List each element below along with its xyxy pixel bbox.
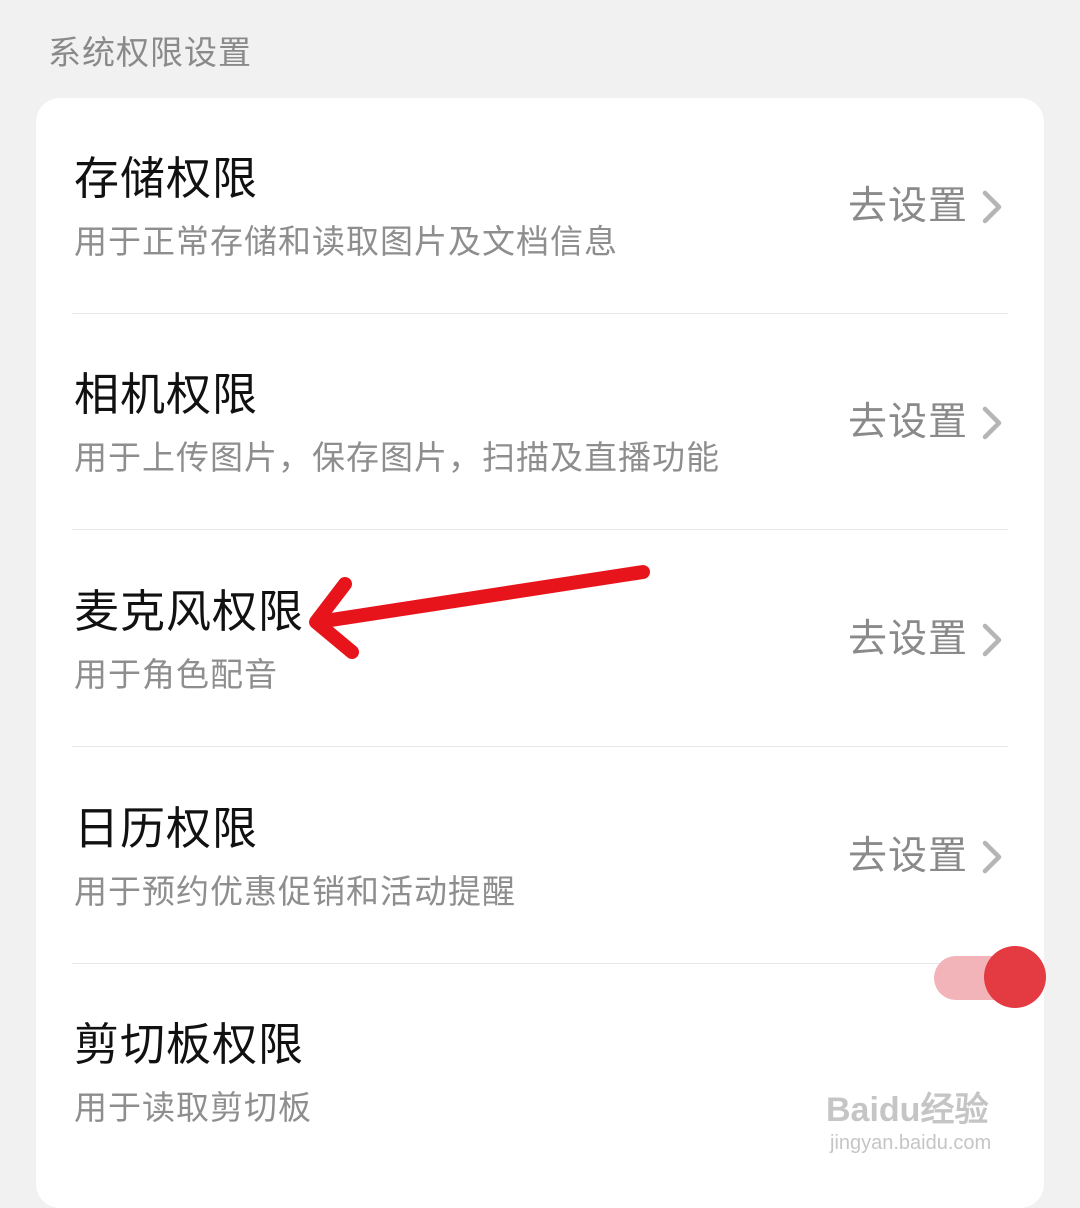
watermark-url: jingyan.baidu.com: [830, 1132, 992, 1154]
permission-row-calendar[interactable]: 日历权限 用于预约优惠促销和活动提醒 去设置: [36, 748, 1044, 964]
baidu-jingyan-watermark: Baidu经验: [826, 1091, 989, 1129]
go-settings-button[interactable]: 去设置: [848, 398, 1004, 448]
go-settings-button[interactable]: 去设置: [848, 182, 1004, 232]
permission-desc: 用于角色配音: [74, 655, 278, 694]
permission-title: 剪切板权限: [74, 1018, 305, 1071]
clipboard-permission-toggle[interactable]: [934, 946, 1046, 1010]
go-settings-button[interactable]: 去设置: [848, 832, 1004, 882]
permission-row-microphone[interactable]: 麦克风权限 用于角色配音 去设置: [36, 531, 1044, 747]
permission-desc: 用于预约优惠促销和活动提醒: [74, 872, 516, 911]
divider: [72, 529, 1008, 530]
go-settings-label: 去设置: [847, 617, 968, 662]
permission-row-storage[interactable]: 存储权限 用于正常存储和读取图片及文档信息 去设置: [36, 98, 1044, 314]
permission-title: 存储权限: [74, 152, 259, 205]
permission-row-camera[interactable]: 相机权限 用于上传图片，保存图片，扫描及直播功能 去设置: [36, 314, 1044, 530]
permissions-card: 存储权限 用于正常存储和读取图片及文档信息 去设置 相机权限 用于上传图片，保存…: [36, 98, 1044, 1208]
section-title: 系统权限设置: [48, 33, 252, 72]
permission-desc: 用于读取剪切板: [74, 1088, 312, 1127]
permission-desc: 用于上传图片，保存图片，扫描及直播功能: [74, 438, 720, 477]
permission-title: 日历权限: [74, 802, 259, 855]
permission-title: 麦克风权限: [74, 585, 305, 638]
go-settings-label: 去设置: [847, 834, 968, 879]
toggle-knob: [984, 946, 1046, 1008]
divider: [72, 746, 1008, 747]
go-settings-label: 去设置: [847, 400, 968, 445]
go-settings-label: 去设置: [847, 184, 968, 229]
permission-title: 相机权限: [74, 368, 259, 421]
go-settings-button[interactable]: 去设置: [848, 615, 1004, 665]
chevron-right-icon: [982, 406, 1002, 440]
permission-desc: 用于正常存储和读取图片及文档信息: [74, 222, 618, 261]
chevron-right-icon: [982, 840, 1002, 874]
chevron-right-icon: [982, 190, 1002, 224]
chevron-right-icon: [982, 623, 1002, 657]
